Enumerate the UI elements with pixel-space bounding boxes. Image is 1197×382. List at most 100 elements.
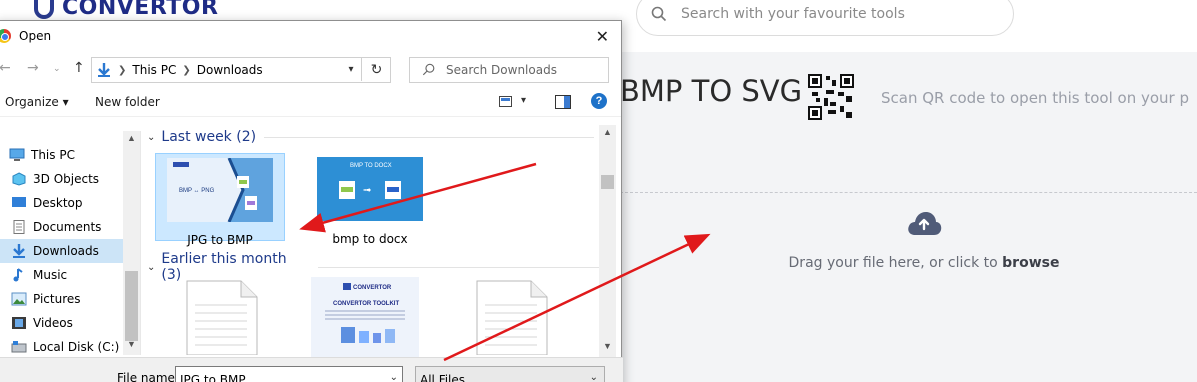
nav-item-this-pc[interactable]: This PC (0, 143, 140, 167)
search-placeholder: Search Downloads (446, 63, 557, 77)
download-icon (13, 244, 25, 258)
file-list: ⌄ Last week (2) BMP ↔ PNG JPG to BMP BMP… (145, 121, 605, 357)
dialog-search-input[interactable]: Search Downloads (409, 57, 609, 83)
up-arrow-icon[interactable]: ↑ (73, 60, 85, 76)
file-name-input[interactable]: JPG to BMP ⌄ (175, 366, 403, 382)
logo[interactable]: CONVERTOR (30, 0, 218, 20)
file-thumbnail: BMP ↔ PNG (167, 157, 273, 223)
group-label: Last week (2) (161, 129, 257, 145)
chevron-right-icon: ❯ (182, 64, 191, 76)
svg-text:➟: ➟ (363, 185, 371, 196)
recent-chevron-icon[interactable]: ⌄ (53, 64, 61, 74)
pc-icon (9, 148, 25, 161)
chevron-down-icon[interactable]: ⌄ (390, 372, 398, 382)
music-icon (13, 268, 23, 282)
chevron-down-icon: ⌄ (589, 372, 598, 382)
nav-label: Videos (33, 316, 73, 330)
file-name: JPG to BMP (187, 233, 253, 247)
help-button[interactable]: ? (591, 93, 607, 109)
nav-item-desktop[interactable]: Desktop (0, 191, 140, 215)
svg-text:BMP ↔ PNG: BMP ↔ PNG (179, 188, 215, 194)
scroll-thumb[interactable] (125, 271, 138, 341)
browse-link[interactable]: browse (1002, 255, 1059, 271)
nav-item-videos[interactable]: Videos (0, 311, 140, 335)
svg-text:CONVERTOR: CONVERTOR (353, 285, 392, 291)
view-options-icon[interactable] (499, 96, 515, 108)
site-search-input[interactable]: Search with your favourite tools (636, 0, 1014, 36)
drop-hint-text: Drag your file here, or click to (788, 255, 998, 271)
nav-item-music[interactable]: Music (0, 263, 140, 287)
new-folder-button[interactable]: New folder (95, 95, 160, 109)
tool-title: BMP TO SVG (620, 74, 803, 108)
nav-label: Music (33, 268, 68, 282)
group-divider (317, 266, 605, 268)
breadcrumb-downloads[interactable]: Downloads (197, 63, 263, 77)
nav-label: 3D Objects (33, 172, 100, 186)
group-last-week[interactable]: ⌄ Last week (2) (147, 129, 595, 145)
command-bar: Organize ▾ New folder ▾ ? (0, 87, 621, 117)
document-thumbnail-icon[interactable] (185, 279, 259, 355)
search-icon (422, 63, 435, 76)
document-thumbnail-icon[interactable] (475, 279, 549, 355)
dialog-titlebar[interactable]: Open ✕ (0, 21, 621, 51)
file-name-label: File name: (117, 371, 179, 382)
nav-label: Desktop (33, 196, 83, 210)
dialog-title: Open (19, 29, 52, 43)
nav-label: This PC (31, 148, 75, 162)
dialog-footer: File name: JPG to BMP ⌄ All Files ⌄ (0, 357, 623, 382)
downloads-folder-icon (98, 63, 110, 77)
file-item-bmp-to-docx[interactable]: BMP TO DOCX ➟ bmp to docx (305, 153, 435, 246)
nav-label: Downloads (33, 244, 99, 258)
drop-hint: Drag your file here, or click to browse (620, 255, 1197, 271)
svg-text:BMP TO DOCX: BMP TO DOCX (350, 163, 392, 169)
nav-item-pictures[interactable]: Pictures (0, 287, 140, 311)
view-dropdown-icon[interactable]: ▾ (521, 95, 526, 106)
nav-item-local-disk[interactable]: Local Disk (C:) (0, 335, 140, 359)
logo-mark-icon (30, 0, 60, 19)
videos-icon (12, 317, 26, 329)
qr-hint: Scan QR code to open this tool on your p (881, 89, 1189, 107)
refresh-icon[interactable]: ↻ (361, 57, 391, 81)
nav-label: Pictures (33, 292, 81, 306)
address-row: ← → ⌄ ↑ ❯ This PC ❯ Downloads ▾ ↻ Search… (0, 51, 621, 87)
documents-icon (13, 220, 25, 234)
nav-scrollbar[interactable]: ▲ ▼ (123, 131, 140, 355)
group-divider (264, 136, 595, 138)
chevron-down-icon: ⌄ (147, 131, 156, 143)
navigation-pane: This PC 3D Objects Desktop Documents Dow… (0, 131, 141, 355)
preview-pane-icon[interactable] (555, 95, 571, 109)
logo-text: CONVERTOR (62, 0, 219, 20)
forward-arrow-icon[interactable]: → (27, 60, 39, 76)
nav-item-documents[interactable]: Documents (0, 215, 140, 239)
file-type-select[interactable]: All Files ⌄ (415, 366, 605, 382)
file-item-jpg-to-bmp[interactable]: BMP ↔ PNG JPG to BMP (155, 153, 285, 247)
scroll-up-icon[interactable]: ▲ (127, 133, 136, 143)
file-name-value: JPG to BMP (180, 373, 246, 382)
file-name: bmp to docx (332, 232, 408, 246)
desktop-icon (12, 197, 26, 207)
breadcrumb-this-pc[interactable]: This PC (132, 63, 176, 77)
nav-label: Documents (33, 220, 102, 234)
nav-item-3d-objects[interactable]: 3D Objects (0, 167, 140, 191)
file-thumbnail: BMP TO DOCX ➟ (317, 157, 423, 221)
content-scrollbar[interactable]: ▲ ▼ (599, 125, 616, 357)
back-arrow-icon[interactable]: ← (0, 60, 11, 76)
cube-icon (12, 172, 26, 186)
toolkit-thumbnail[interactable]: CONVERTOR CONVERTOR TOOLKIT (311, 277, 419, 357)
pictures-icon (11, 292, 27, 306)
qr-code-icon[interactable] (808, 74, 854, 120)
scroll-down-icon[interactable]: ▼ (127, 339, 136, 349)
organize-button[interactable]: Organize ▾ (5, 95, 69, 109)
chevron-down-icon: ⌄ (147, 261, 156, 273)
nav-item-downloads[interactable]: Downloads (0, 239, 140, 263)
cloud-upload-icon (908, 212, 942, 235)
nav-label: Local Disk (C:) (33, 340, 120, 354)
chrome-icon (0, 29, 11, 43)
svg-text:CONVERTOR TOOLKIT: CONVERTOR TOOLKIT (333, 301, 399, 307)
search-icon (651, 6, 667, 22)
scroll-up-icon[interactable]: ▲ (603, 127, 612, 137)
file-type-value: All Files (420, 373, 466, 382)
scroll-thumb[interactable] (601, 175, 614, 189)
scroll-down-icon[interactable]: ▼ (603, 341, 612, 351)
close-button[interactable]: ✕ (596, 27, 609, 46)
